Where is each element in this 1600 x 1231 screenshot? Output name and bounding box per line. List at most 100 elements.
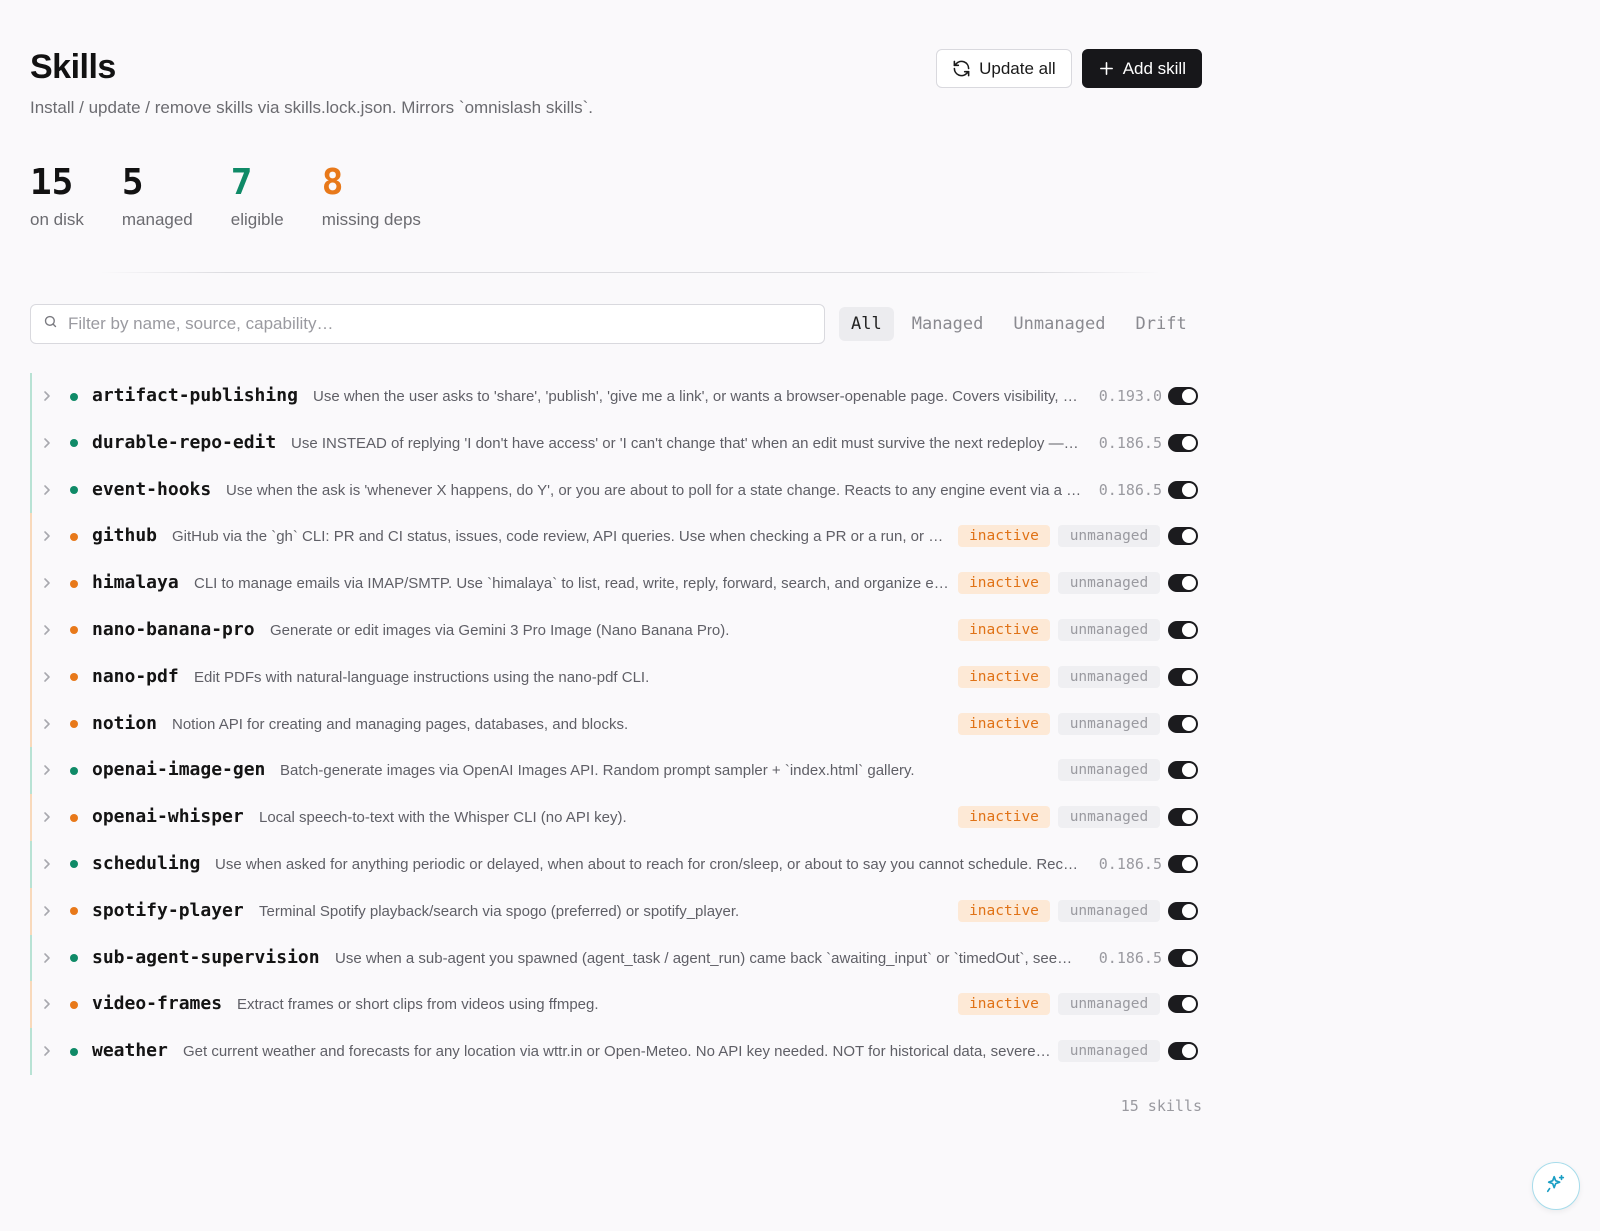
enable-toggle[interactable] [1168, 901, 1198, 920]
enable-toggle[interactable] [1168, 433, 1198, 452]
skill-name: event-hooks [92, 478, 212, 500]
skill-description: Use when the user asks to 'share', 'publ… [313, 388, 1082, 405]
unmanaged-badge: unmanaged [1058, 899, 1160, 922]
page-header: Skills Install / update / remove skills … [30, 0, 1202, 130]
chevron-right-icon[interactable] [40, 388, 54, 404]
status-dot [70, 813, 78, 822]
unmanaged-badge: unmanaged [1058, 993, 1160, 1016]
stat-value: 15 [30, 162, 74, 203]
tab-managed[interactable]: Managed [900, 307, 996, 341]
enable-toggle[interactable] [1168, 620, 1198, 639]
enable-toggle[interactable] [1168, 714, 1198, 733]
chevron-right-icon[interactable] [40, 622, 54, 638]
chevron-right-icon[interactable] [40, 528, 54, 544]
skill-name: sub-agent-supervision [92, 946, 320, 968]
filter-tabs: All Managed Unmanaged Drift [839, 307, 1199, 341]
enable-toggle[interactable] [1168, 1042, 1198, 1061]
chevron-right-icon[interactable] [40, 903, 54, 919]
skill-row[interactable]: himalaya CLI to manage emails via IMAP/SM… [30, 560, 1202, 607]
chevron-right-icon[interactable] [40, 809, 54, 825]
tab-all[interactable]: All [839, 307, 894, 341]
enable-toggle[interactable] [1168, 480, 1198, 499]
skill-row[interactable]: openai-whisper Local speech-to-text with … [30, 794, 1202, 841]
skill-name: openai-image-gen [92, 759, 266, 781]
assistant-button[interactable] [1532, 1162, 1580, 1210]
skill-row[interactable]: event-hooks Use when the ask is 'whenever… [30, 466, 1202, 514]
enable-toggle[interactable] [1168, 808, 1198, 827]
skill-version: 0.186.5 [1098, 433, 1162, 452]
tab-drift[interactable]: Drift [1124, 307, 1199, 341]
enable-toggle[interactable] [1168, 761, 1198, 780]
stat-label: missing deps [321, 210, 421, 229]
chevron-right-icon[interactable] [40, 482, 54, 498]
skill-name: github [92, 525, 158, 547]
chevron-right-icon[interactable] [40, 575, 54, 591]
unmanaged-badge: unmanaged [1058, 712, 1160, 735]
status-dot [70, 860, 78, 869]
stat-value: 8 [321, 162, 344, 203]
skill-row[interactable]: spotify-player Terminal Spotify playback/… [30, 887, 1202, 935]
stat-label: eligible [230, 210, 284, 229]
inactive-badge: inactive [958, 618, 1050, 641]
chevron-right-icon[interactable] [40, 762, 54, 778]
enable-toggle[interactable] [1168, 527, 1198, 546]
chevron-right-icon[interactable] [40, 996, 54, 1012]
skill-row[interactable]: sub-agent-supervision Use when a sub-agen… [30, 934, 1202, 982]
skill-row[interactable]: nano-banana-pro Generate or edit images v… [30, 606, 1202, 654]
status-dot [70, 392, 78, 401]
chevron-right-icon[interactable] [40, 435, 54, 451]
skill-name: openai-whisper [92, 806, 244, 828]
update-all-button[interactable]: Update all [936, 49, 1072, 88]
enable-toggle[interactable] [1168, 854, 1198, 873]
skill-row[interactable]: scheduling Use when asked for anything pe… [30, 840, 1202, 888]
skill-name: himalaya [92, 572, 179, 594]
skill-name: video-frames [92, 993, 223, 1015]
tab-unmanaged[interactable]: Unmanaged [1001, 307, 1117, 341]
enable-toggle[interactable] [1168, 387, 1198, 405]
skill-description: Get current weather and forecasts for an… [183, 1043, 1052, 1061]
chevron-right-icon[interactable] [40, 856, 54, 872]
chevron-right-icon[interactable] [40, 716, 54, 732]
filter-bar: AllManagedUnmanagedDrift [30, 304, 1202, 344]
skill-name: weather [92, 1040, 168, 1062]
inactive-badge: inactive [958, 806, 1050, 829]
skill-row[interactable]: artifact-publishing Use when the user ask… [30, 373, 1202, 420]
inactive-badge: inactive [958, 525, 1050, 548]
skill-row[interactable]: durable-repo-edit Use INSTEAD of replying… [30, 419, 1202, 467]
skill-row[interactable]: openai-image-gen Batch-generate images vi… [30, 747, 1202, 795]
refresh-icon [952, 59, 971, 78]
status-dot [70, 1000, 78, 1009]
chevron-right-icon[interactable] [40, 950, 54, 966]
unmanaged-badge: unmanaged [1058, 759, 1160, 782]
search-input[interactable] [68, 314, 808, 334]
skill-row[interactable]: weather Get current weather and forecasts… [30, 1028, 1202, 1075]
stat-on-disk: 15 on disk [30, 162, 84, 230]
skill-description: Extract frames or short clips from video… [237, 996, 599, 1014]
skill-description: Notion API for creating and managing pag… [172, 715, 629, 733]
skill-row[interactable]: github GitHub via the `gh` CLI: PR and CI… [30, 513, 1202, 561]
skill-name: scheduling [92, 852, 201, 874]
chevron-right-icon[interactable] [40, 1043, 54, 1059]
skill-row[interactable]: video-frames Extract frames or short clip… [30, 981, 1202, 1029]
inactive-badge: inactive [958, 712, 1050, 735]
unmanaged-badge: unmanaged [1058, 525, 1160, 548]
inactive-badge: inactive [958, 899, 1050, 922]
skill-description: Edit PDFs with natural-language instruct… [194, 668, 650, 686]
enable-toggle[interactable] [1168, 667, 1198, 686]
skill-row[interactable]: notion Notion API for creating and managi… [30, 700, 1202, 748]
skill-version: 0.186.5 [1098, 480, 1162, 499]
chevron-right-icon[interactable] [40, 669, 54, 685]
add-skill-button[interactable]: Add skill [1081, 49, 1202, 88]
status-dot [70, 532, 78, 541]
enable-toggle[interactable] [1168, 995, 1198, 1014]
skill-version: 0.186.5 [1098, 854, 1162, 873]
divider [100, 272, 1160, 273]
enable-toggle[interactable] [1168, 574, 1198, 593]
page-title: Skills [30, 48, 116, 86]
status-dot [70, 954, 78, 963]
status-dot [70, 673, 78, 682]
enable-toggle[interactable] [1168, 948, 1198, 967]
skill-description: Use when a sub-agent you spawned (agent_… [335, 949, 1082, 967]
skill-row[interactable]: nano-pdf Edit PDFs with natural-language … [30, 653, 1202, 701]
skills-page: Skills Install / update / remove skills … [30, 0, 1202, 1115]
